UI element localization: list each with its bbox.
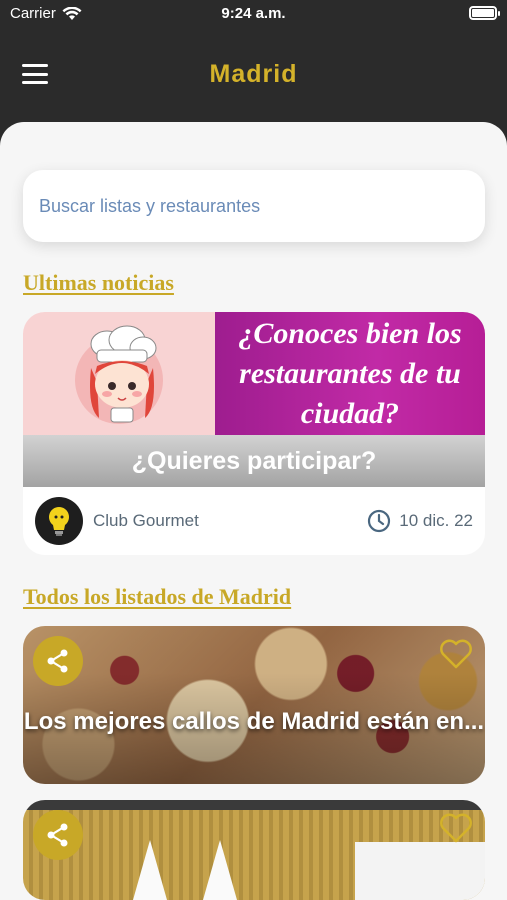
- news-footer: Club Gourmet 10 dic. 22: [23, 487, 485, 555]
- news-subtitle: ¿Quieres participar?: [23, 435, 485, 487]
- share-icon: [47, 823, 68, 847]
- lightbulb-icon: [48, 507, 69, 536]
- table-shape: [355, 842, 485, 900]
- news-banner: ¿Conoces bien los restaurantes de tu ciu…: [23, 312, 485, 435]
- image-shade: [23, 626, 485, 784]
- list-card[interactable]: Los mejores callos de Madrid están en...: [23, 626, 485, 784]
- chef-girl-icon: [75, 325, 163, 424]
- news-author: Club Gourmet: [93, 511, 199, 530]
- nav-bar: Madrid: [0, 30, 507, 120]
- favorite-heart-icon[interactable]: [439, 638, 473, 670]
- main-content: Ultimas noticias: [0, 122, 507, 900]
- search-bar[interactable]: [23, 170, 485, 242]
- news-card[interactable]: ¿Conoces bien los restaurantes de tu ciu…: [23, 312, 485, 555]
- avatar: [35, 497, 83, 545]
- page-title: Madrid: [209, 60, 298, 88]
- share-icon: [47, 649, 68, 673]
- favorite-heart-icon[interactable]: [439, 812, 473, 844]
- search-input[interactable]: [39, 195, 459, 217]
- napkin-shape: [203, 840, 237, 900]
- status-time: 9:24 a.m.: [221, 5, 286, 22]
- share-button[interactable]: [33, 810, 83, 860]
- banner-text: ¿Conoces bien los restaurantes de tu ciu…: [238, 316, 462, 430]
- list-card-title: Los mejores callos de Madrid están en...: [23, 708, 485, 735]
- share-button[interactable]: [33, 636, 83, 686]
- news-date-label: 10 dic. 22: [399, 511, 473, 530]
- battery-icon: [469, 6, 500, 20]
- chef-illustration: [23, 312, 215, 435]
- napkin-shape: [133, 840, 167, 900]
- news-banner-headline: ¿Conoces bien los restaurantes de tu ciu…: [215, 312, 485, 435]
- status-bar: Carrier 9:24 a.m.: [0, 0, 507, 30]
- latest-news-heading: Ultimas noticias: [23, 270, 174, 295]
- all-listings-heading: Todos los listados de Madrid: [23, 584, 292, 609]
- clock-icon: [368, 509, 391, 533]
- news-date: 10 dic. 22: [367, 509, 473, 533]
- list-card[interactable]: [23, 800, 485, 900]
